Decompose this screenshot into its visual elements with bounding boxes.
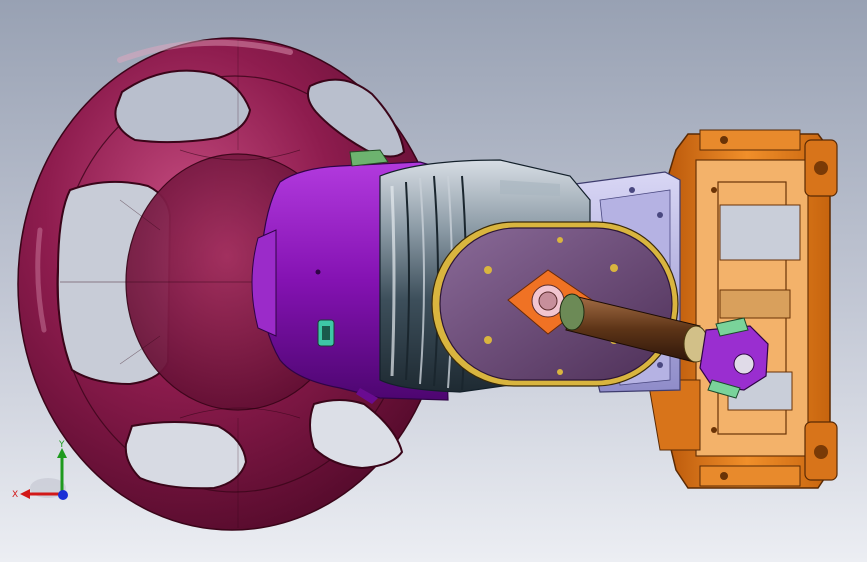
triad-graphic: Y X xyxy=(12,440,68,500)
z-axis-dot xyxy=(58,490,68,500)
x-axis-label: X xyxy=(12,490,18,500)
mount-plate[interactable] xyxy=(431,221,679,387)
model-scene[interactable] xyxy=(0,0,867,562)
coordinate-triad: Y X xyxy=(10,436,80,512)
cad-graphics-viewport[interactable]: Y X xyxy=(0,0,867,562)
y-axis-label: Y xyxy=(58,440,65,450)
